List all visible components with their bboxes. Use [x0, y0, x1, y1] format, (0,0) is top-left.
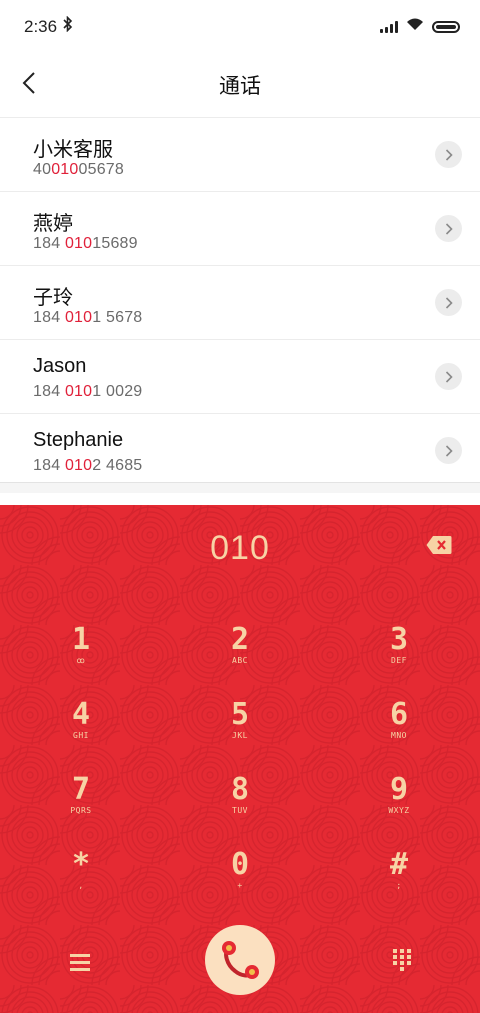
contact-name: 子玲 [33, 287, 73, 309]
signal-icon [380, 21, 398, 33]
dial-key-star[interactable]: * , [36, 850, 126, 912]
contact-detail-chevron-icon[interactable] [435, 215, 462, 242]
contact-number: 4001005678 [33, 161, 124, 178]
battery-icon [432, 21, 460, 33]
number-match-highlight: 010 [64, 383, 93, 400]
menu-icon[interactable] [66, 950, 94, 974]
contact-list: 小米客服 4001005678 燕婷 184 01015689 子玲 184 0… [0, 117, 480, 488]
contact-name: Stephanie [33, 429, 124, 451]
dialed-number-display: 010 [210, 529, 270, 567]
bluetooth-icon [63, 15, 73, 36]
status-time: 2:36 [24, 17, 58, 36]
title-bar: 通话 [0, 54, 480, 116]
dial-pad: 010 1 ꝏ 2 ABC 3 DEF 4 GHI 5 JKL 6 MNO 7 … [0, 505, 480, 1013]
dial-key-2[interactable]: 2 ABC [195, 625, 285, 687]
number-match-highlight: 010 [64, 235, 93, 252]
contact-name: 小米客服 [33, 139, 113, 161]
contact-number: 184 01015689 [33, 235, 138, 252]
contact-detail-chevron-icon[interactable] [435, 363, 462, 390]
dial-key-4[interactable]: 4 GHI [36, 700, 126, 762]
contact-name: Jason [33, 355, 87, 377]
contact-number: 184 0101 0029 [33, 383, 143, 400]
dial-key-6[interactable]: 6 MNO [354, 700, 444, 762]
phone-handset-icon [222, 941, 259, 979]
contact-number: 184 0101 5678 [33, 309, 143, 326]
contact-row[interactable]: 子玲 184 0101 5678 [0, 266, 480, 340]
number-match-highlight: 010 [51, 161, 79, 178]
contact-row[interactable]: Stephanie 184 0102 4685 [0, 414, 480, 488]
dial-key-7[interactable]: 7 PQRS [36, 775, 126, 837]
voicemail-icon: ꝏ [76, 656, 86, 665]
status-bar: 2:36 [0, 0, 480, 54]
dial-key-8[interactable]: 8 TUV [195, 775, 285, 837]
contact-row[interactable]: Jason 184 0101 0029 [0, 340, 480, 414]
dial-key-9[interactable]: 9 WXYZ [354, 775, 444, 837]
number-match-highlight: 010 [64, 457, 93, 474]
call-button[interactable] [205, 925, 275, 995]
contact-name: 燕婷 [33, 213, 73, 235]
page-title: 通话 [219, 75, 261, 98]
wifi-icon [406, 18, 424, 36]
section-divider [0, 482, 480, 493]
contact-row[interactable]: 小米客服 4001005678 [0, 118, 480, 192]
dial-key-0[interactable]: 0 + [195, 850, 285, 912]
dial-key-hash[interactable]: # ; [354, 850, 444, 912]
dial-key-1[interactable]: 1 ꝏ [36, 625, 126, 687]
dial-key-5[interactable]: 5 JKL [195, 700, 285, 762]
contact-detail-chevron-icon[interactable] [435, 437, 462, 464]
contact-detail-chevron-icon[interactable] [435, 141, 462, 168]
contact-detail-chevron-icon[interactable] [435, 289, 462, 316]
contact-number: 184 0102 4685 [33, 457, 143, 474]
dial-key-3[interactable]: 3 DEF [354, 625, 444, 687]
number-match-highlight: 010 [64, 309, 93, 326]
backspace-icon[interactable] [426, 535, 452, 555]
keypad-toggle-icon[interactable] [390, 947, 414, 971]
contact-row[interactable]: 燕婷 184 01015689 [0, 192, 480, 266]
